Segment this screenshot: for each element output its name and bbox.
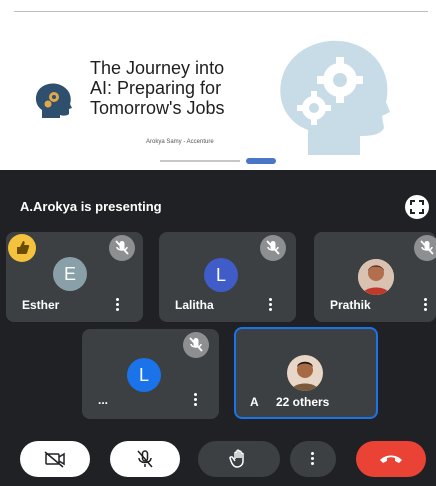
muted-badge	[183, 332, 209, 358]
mic-off-icon	[420, 240, 434, 255]
hand-icon	[229, 449, 244, 468]
slide-title-line: The Journey into	[90, 58, 225, 78]
presenting-label: A.Arokya is presenting	[20, 199, 162, 214]
participant-tile-l[interactable]: L ...	[82, 329, 219, 419]
slide-footer-pill	[246, 158, 276, 164]
fullscreen-icon	[410, 200, 424, 214]
camera-off-icon	[44, 451, 65, 468]
participant-name: Prathik	[330, 298, 371, 312]
slide-title-line: Tomorrow's Jobs	[90, 98, 225, 118]
muted-badge	[260, 235, 286, 261]
muted-badge	[109, 235, 135, 261]
avatar-initial: L	[138, 364, 149, 385]
participant-name: Esther	[22, 298, 60, 312]
more-options-icon[interactable]	[116, 298, 120, 312]
others-tile[interactable]: A 22 others	[234, 327, 378, 419]
avatar: L	[204, 258, 238, 292]
participant-tile-lalitha[interactable]: L Lalitha	[159, 232, 296, 322]
gears-head-illustration	[280, 40, 390, 155]
more-vert-icon	[311, 452, 315, 466]
more-options-button[interactable]	[290, 441, 336, 477]
mic-off-icon	[189, 337, 203, 352]
avatar: L	[127, 358, 161, 392]
mic-toggle-button[interactable]	[110, 441, 180, 477]
avatar-photo	[358, 259, 394, 295]
slide-title-line: AI: Preparing for	[90, 78, 222, 98]
slide-credit: Arokya Samy - Accenture	[146, 139, 214, 145]
muted-badge	[414, 235, 436, 261]
slide-footer-text	[160, 160, 240, 162]
raised-hand-badge	[8, 234, 36, 262]
person-photo-icon	[358, 259, 394, 295]
avatar-initial: E	[63, 263, 76, 284]
avatar: E	[53, 257, 87, 291]
phone-hangup-icon	[380, 455, 402, 463]
more-options-icon[interactable]	[424, 298, 428, 312]
participant-tile-prathik[interactable]: Prathik	[314, 232, 436, 322]
end-call-button[interactable]	[356, 441, 426, 477]
presentation-slide: The Journey into AI: Preparing for Tomor…	[0, 12, 436, 170]
thumbs-up-icon	[17, 241, 30, 254]
mic-off-icon	[266, 240, 280, 255]
ai-head-logo	[35, 83, 72, 118]
fullscreen-button[interactable]	[405, 195, 429, 219]
mic-off-icon	[115, 240, 129, 255]
more-options-icon[interactable]	[194, 393, 198, 407]
more-options-icon[interactable]	[269, 298, 273, 312]
others-count-label: 22 others	[276, 395, 330, 409]
participant-name: Lalitha	[175, 298, 214, 312]
slide-footer	[160, 158, 310, 164]
camera-toggle-button[interactable]	[20, 441, 90, 477]
avatar-photo	[287, 355, 323, 391]
participant-name: ...	[98, 393, 109, 407]
avatar-initial: L	[215, 264, 226, 285]
others-prefix: A	[250, 395, 259, 409]
mic-off-icon	[137, 450, 153, 468]
person-photo-icon	[287, 355, 323, 391]
meeting-screen: The Journey into AI: Preparing for Tomor…	[0, 0, 436, 486]
slide-title: The Journey into AI: Preparing for Tomor…	[90, 58, 280, 118]
raise-hand-button[interactable]	[198, 441, 280, 477]
